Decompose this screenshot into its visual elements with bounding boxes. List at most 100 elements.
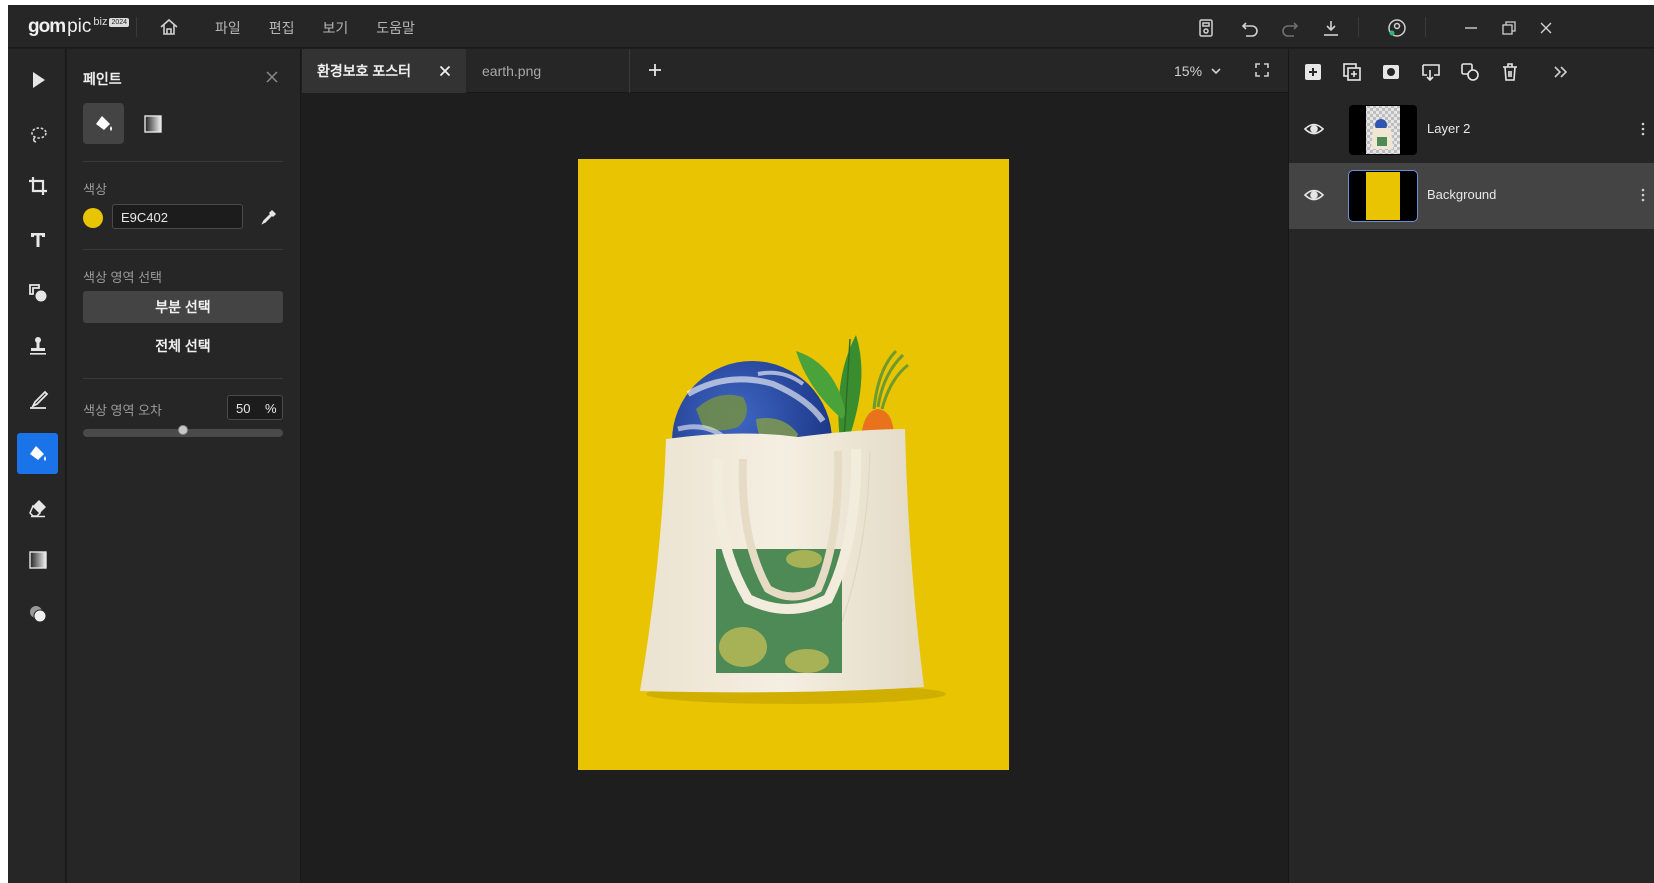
home-icon[interactable] bbox=[158, 16, 180, 38]
close-icon[interactable] bbox=[264, 69, 280, 85]
title-separator bbox=[136, 17, 137, 37]
shape-icon bbox=[28, 283, 46, 301]
close-icon[interactable] bbox=[439, 65, 451, 77]
partial-select-button[interactable]: 부분 선택 bbox=[83, 291, 283, 323]
color-swatch[interactable] bbox=[83, 208, 103, 228]
minimize-icon[interactable] bbox=[1460, 17, 1482, 39]
region-label: 색상 영역 선택 bbox=[83, 270, 162, 285]
crop-tool[interactable] bbox=[17, 165, 58, 206]
duplicate-layer-icon[interactable] bbox=[1341, 61, 1363, 83]
poster-artwork bbox=[640, 335, 946, 704]
eyedropper-icon[interactable] bbox=[261, 209, 277, 225]
tab-label: earth.png bbox=[482, 63, 542, 79]
color-label: 색상 bbox=[83, 182, 107, 197]
zoom-select[interactable]: 15% bbox=[1174, 63, 1222, 79]
restore-icon[interactable] bbox=[1498, 17, 1520, 39]
lasso-tool[interactable] bbox=[17, 113, 58, 154]
fill-mode-button[interactable] bbox=[83, 103, 124, 144]
layer-name: Background bbox=[1427, 187, 1497, 202]
tab-earth[interactable]: earth.png bbox=[466, 49, 630, 93]
logo-badge: 2024 bbox=[109, 18, 130, 27]
menu-file[interactable]: 파일 bbox=[215, 18, 241, 38]
more-options-icon[interactable] bbox=[1641, 121, 1645, 137]
undo-icon[interactable] bbox=[1239, 17, 1261, 39]
menu-help[interactable]: 도움말 bbox=[376, 18, 415, 38]
paint-panel: 페인트 색상 E9C402 색상 영역 선택 부분 선택 전체 선택 색상 영역… bbox=[67, 49, 301, 883]
color-hex-input[interactable]: E9C402 bbox=[112, 204, 243, 229]
zoom-value: 15% bbox=[1174, 63, 1203, 79]
gradient-icon bbox=[143, 114, 162, 133]
carrot bbox=[861, 349, 909, 439]
expand-panel-icon[interactable] bbox=[1549, 61, 1571, 83]
text-tool[interactable] bbox=[17, 219, 58, 260]
tolerance-label: 색상 영역 오차 bbox=[83, 403, 162, 418]
shape-tool[interactable] bbox=[17, 272, 58, 313]
tolerance-value: 50 bbox=[236, 401, 251, 416]
tool-bar bbox=[8, 49, 66, 883]
layer-mask-icon[interactable] bbox=[1380, 61, 1402, 83]
divider bbox=[83, 249, 283, 250]
blend-icon bbox=[29, 605, 46, 622]
save-project-icon[interactable] bbox=[1195, 17, 1217, 39]
brush-tool[interactable] bbox=[17, 379, 58, 420]
menu-view[interactable]: 보기 bbox=[323, 18, 349, 38]
logo-biz: biz bbox=[93, 16, 108, 28]
tab-poster[interactable]: 환경보호 포스터 bbox=[302, 49, 466, 93]
redo-icon[interactable] bbox=[1279, 17, 1301, 39]
tolerance-unit: % bbox=[265, 401, 277, 416]
more-options-icon[interactable] bbox=[1641, 187, 1645, 203]
stamp-icon bbox=[29, 336, 46, 355]
add-layer-icon[interactable] bbox=[1302, 61, 1324, 83]
crop-icon bbox=[28, 176, 47, 195]
download-icon[interactable] bbox=[1320, 17, 1342, 39]
layers-panel: Layer 2 Background bbox=[1288, 49, 1654, 883]
add-tab-icon[interactable] bbox=[647, 62, 663, 78]
layer-row[interactable]: Layer 2 bbox=[1289, 97, 1654, 163]
gradient-icon bbox=[28, 550, 47, 569]
divider bbox=[83, 161, 283, 162]
chevron-down-icon bbox=[1211, 68, 1221, 75]
layer-style-icon[interactable] bbox=[1459, 61, 1481, 83]
delete-layer-icon[interactable] bbox=[1499, 61, 1521, 83]
gradient-mode-button[interactable] bbox=[132, 103, 173, 144]
layer-thumbnail bbox=[1348, 170, 1418, 222]
layer-row-selected[interactable]: Background bbox=[1289, 163, 1654, 229]
layer-thumbnail bbox=[1349, 105, 1417, 155]
eye-icon[interactable] bbox=[1303, 119, 1325, 139]
title-separator-3 bbox=[1425, 17, 1426, 37]
menu-edit[interactable]: 편집 bbox=[269, 18, 295, 38]
app-window: gom pic biz 2024 파일 편집 보기 도움말 페인트 색상 E9C… bbox=[8, 5, 1654, 883]
logo-pic: pic bbox=[67, 16, 92, 37]
account-icon[interactable] bbox=[1386, 17, 1408, 39]
tolerance-slider-thumb[interactable] bbox=[178, 425, 188, 435]
stamp-tool[interactable] bbox=[17, 325, 58, 366]
layer-name: Layer 2 bbox=[1427, 121, 1471, 136]
eraser-tool[interactable] bbox=[17, 487, 58, 528]
tote-bag bbox=[640, 429, 924, 693]
poster-canvas[interactable] bbox=[578, 159, 1009, 770]
layer-toolbar bbox=[1289, 49, 1654, 93]
fit-screen-icon[interactable] bbox=[1255, 63, 1269, 77]
select-tool[interactable] bbox=[17, 59, 58, 100]
logo-gom: gom bbox=[28, 16, 66, 37]
menu-bar: 파일 편집 보기 도움말 bbox=[215, 18, 443, 38]
paint-bucket-tool[interactable] bbox=[17, 433, 58, 474]
text-icon bbox=[30, 232, 45, 247]
merge-down-icon[interactable] bbox=[1420, 61, 1442, 83]
title-separator-2 bbox=[1358, 17, 1359, 37]
tab-label: 환경보호 포스터 bbox=[317, 63, 412, 79]
all-select-button[interactable]: 전체 선택 bbox=[83, 330, 283, 362]
paint-bucket-icon bbox=[95, 115, 112, 131]
document-tabs: 환경보호 포스터 earth.png 15% bbox=[302, 49, 1288, 93]
canvas-area[interactable] bbox=[302, 93, 1288, 883]
gradient-tool[interactable] bbox=[17, 539, 58, 580]
eye-icon[interactable] bbox=[1303, 185, 1325, 205]
tolerance-input[interactable]: 50 % bbox=[227, 395, 283, 420]
lasso-icon bbox=[30, 126, 47, 143]
brush-icon bbox=[29, 390, 48, 409]
title-bar: gom pic biz 2024 파일 편집 보기 도움말 bbox=[8, 5, 1654, 48]
divider bbox=[83, 378, 283, 379]
close-window-icon[interactable] bbox=[1535, 17, 1557, 39]
blend-tool[interactable] bbox=[17, 593, 58, 634]
cursor-icon bbox=[32, 71, 45, 88]
